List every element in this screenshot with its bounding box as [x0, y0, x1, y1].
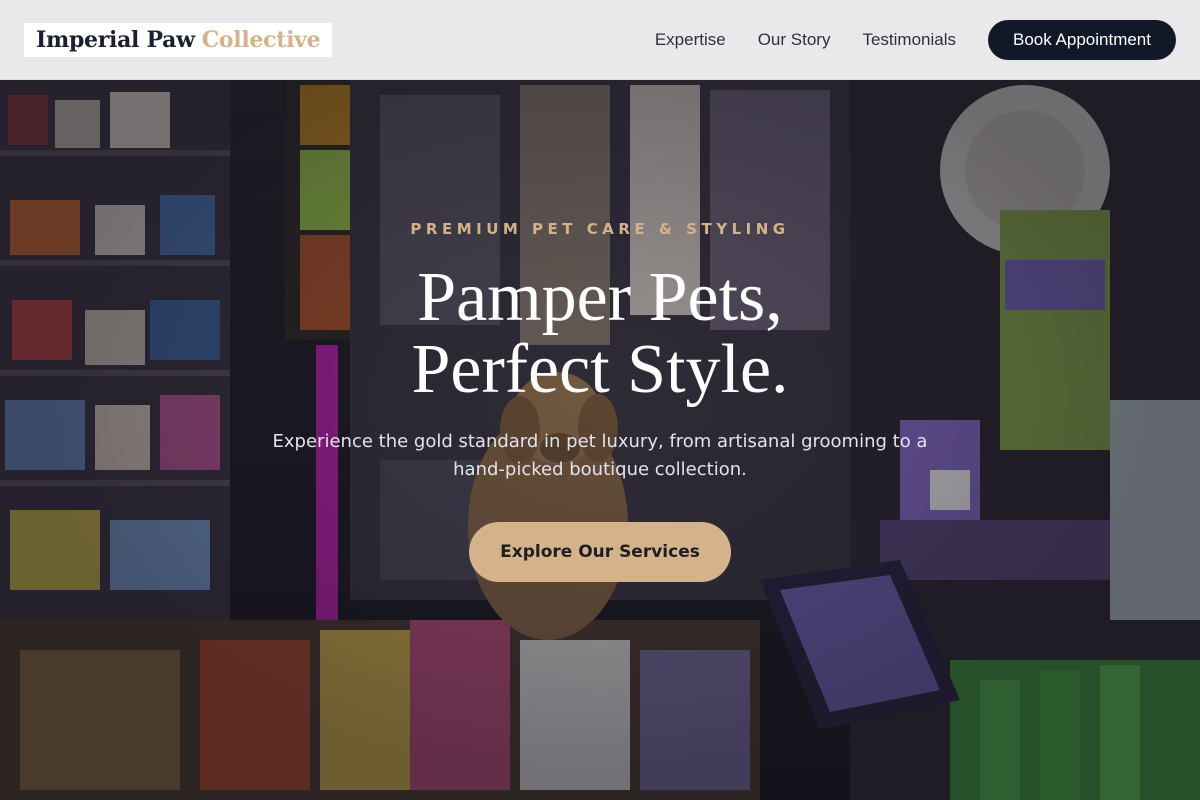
hero-headline: Pamper Pets, Perfect Style.: [0, 262, 1200, 406]
hero-headline-line1: Pamper Pets,: [417, 259, 783, 336]
hero-subtext: Experience the gold standard in pet luxu…: [272, 431, 928, 480]
hero-eyebrow: PREMIUM PET CARE & STYLING: [410, 220, 790, 238]
hero-content: PREMIUM PET CARE & STYLING Pamper Pets, …: [0, 0, 1200, 800]
explore-services-button[interactable]: Explore Our Services: [469, 522, 731, 582]
hero-headline-line2: Perfect Style.: [411, 331, 789, 408]
